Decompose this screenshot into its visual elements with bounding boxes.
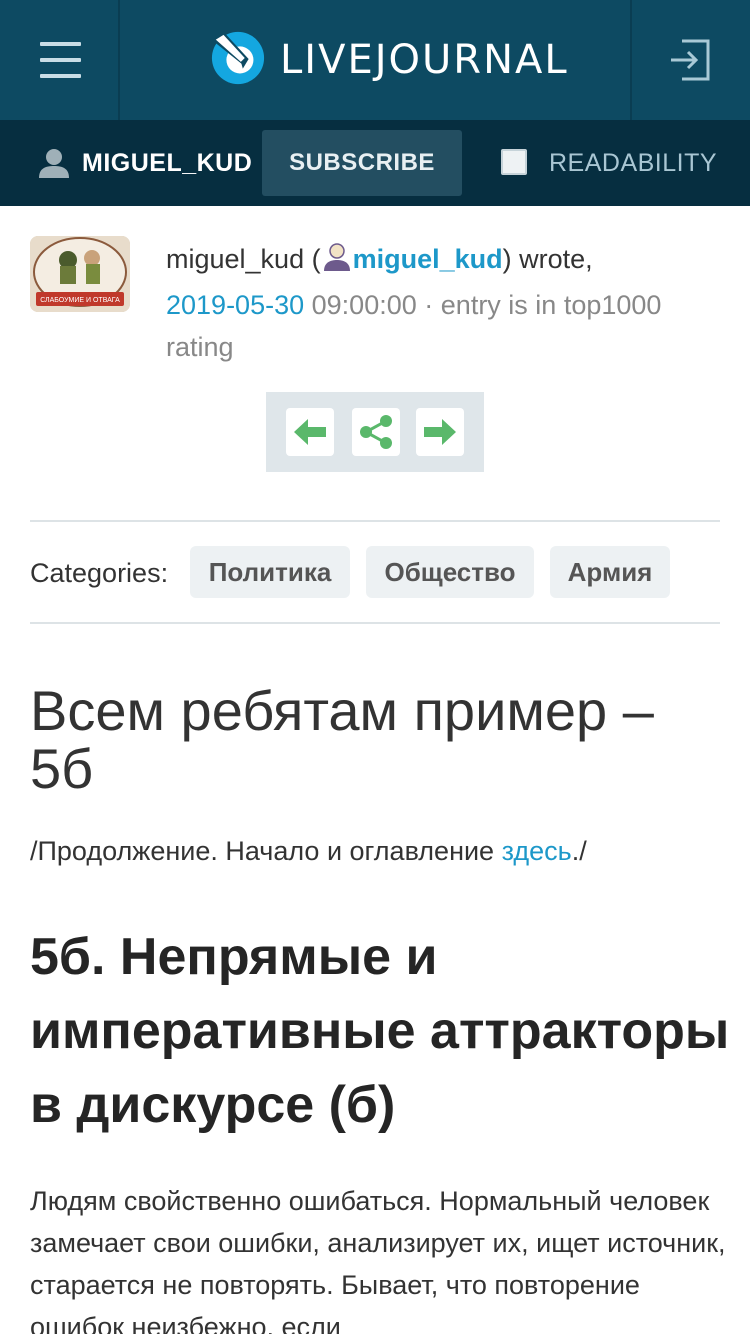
top-header: LIVEJOURNAL (0, 0, 750, 120)
avatar-caption: СЛАБОУМИЕ И ОТВАГА (40, 297, 120, 304)
next-entry-button[interactable] (416, 408, 464, 456)
avatar-image: СЛАБОУМИЕ И ОТВАГА (30, 236, 130, 312)
livejournal-logo-icon (211, 31, 265, 85)
livejournal-logo[interactable]: LIVEJOURNAL (208, 30, 567, 90)
author-link[interactable]: miguel_kud (353, 244, 503, 274)
paren-open: ( (311, 244, 321, 274)
divider (30, 520, 720, 522)
post-intro: /Продолжение. Начало и оглавление здесь.… (30, 836, 587, 867)
intro-text: /Продолжение. Начало и оглавление (30, 836, 502, 866)
entry-navigation (266, 392, 484, 472)
category-tag[interactable]: Общество (366, 546, 534, 598)
login-icon (671, 39, 710, 81)
readability-label[interactable]: READABILITY (549, 149, 717, 178)
subscribe-button[interactable]: SUBSCRIBE (262, 130, 462, 196)
category-tag[interactable]: Политика (190, 546, 350, 598)
hamburger-icon (40, 42, 81, 46)
previous-entry-button[interactable] (286, 408, 334, 456)
readability-checkbox[interactable] (501, 149, 527, 175)
rating-text-2: rating (166, 332, 234, 362)
wrote-label: wrote, (519, 244, 593, 274)
intro-link[interactable]: здесь (502, 836, 572, 866)
post-heading: 5б. Непрямые и императивные аттракторы в… (30, 928, 730, 1134)
post-paragraph: Людям свойственно ошибаться. Нормальный … (30, 1186, 726, 1334)
journal-username[interactable]: MIGUEL_KUD (82, 149, 252, 178)
entry-date-line: 2019-05-30 09:00:00 · entry is in top100… (166, 284, 726, 368)
author-name[interactable]: miguel_kud (166, 244, 304, 274)
entry-time: 09:00:00 (311, 290, 417, 320)
share-button[interactable] (352, 408, 400, 456)
menu-button[interactable] (0, 0, 120, 120)
entry-date[interactable]: 2019-05-30 (166, 290, 304, 320)
rating-text: entry is in top1000 (440, 290, 662, 320)
entry-author-line: miguel_kud (miguel_kud) wrote, (166, 242, 593, 275)
post-title: Всем ребятам пример – 5б (30, 679, 654, 800)
avatar[interactable]: СЛАБОУМИЕ И ОТВАГА (30, 236, 130, 312)
separator: · (424, 290, 434, 320)
user-icon (39, 149, 69, 178)
intro-suffix: ./ (571, 836, 587, 866)
categories-label: Categories: (30, 558, 169, 588)
hamburger-icon-line (40, 74, 81, 78)
divider (30, 622, 720, 624)
share-icon (360, 415, 392, 449)
paren-close: ) (502, 244, 512, 274)
login-button[interactable] (630, 0, 750, 120)
arrow-left-icon (294, 419, 326, 445)
arrow-right-icon (424, 419, 456, 445)
user-badge-icon (323, 243, 350, 271)
logo-text: LIVEJOURNAL (280, 37, 569, 83)
hamburger-icon-line (40, 58, 81, 62)
category-tag[interactable]: Армия (550, 546, 670, 598)
